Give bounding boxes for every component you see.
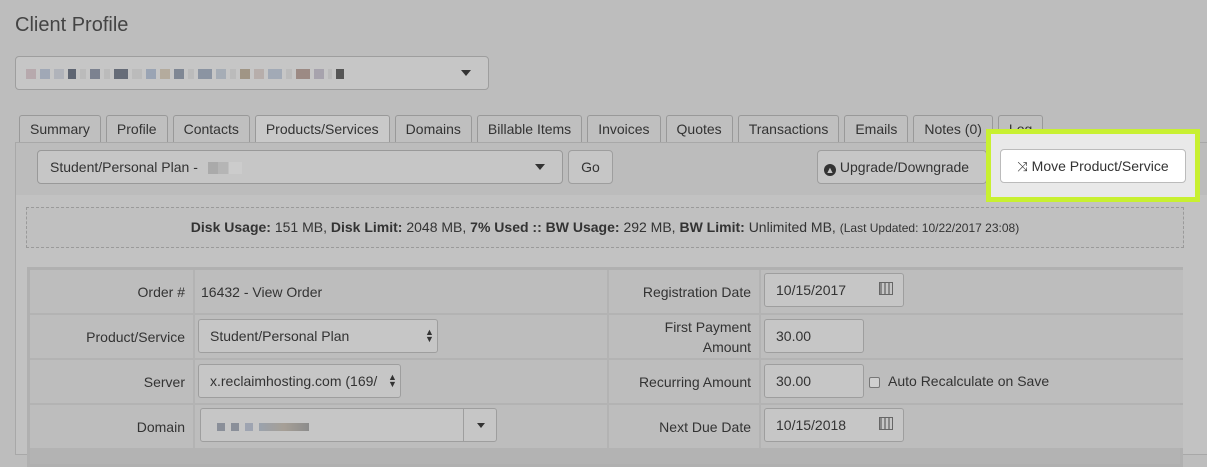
recurring-amount-input[interactable]: 30.00 — [764, 364, 864, 398]
registration-date-label: Registration Date — [609, 270, 759, 313]
tab-quotes[interactable]: Quotes — [665, 115, 733, 142]
usage-summary: Disk Usage: 151 MB, Disk Limit: 2048 MB,… — [26, 207, 1184, 248]
tab-invoices[interactable]: Invoices — [587, 115, 661, 142]
tab-products-services[interactable]: Products/Services — [254, 115, 390, 143]
upgrade-downgrade-button[interactable]: ▲ Upgrade/Downgrade — [817, 150, 987, 184]
bw-usage-label: BW Usage: — [545, 219, 620, 235]
tab-emails[interactable]: Emails — [844, 115, 909, 142]
tab-summary[interactable]: Summary — [19, 115, 101, 142]
auto-recalculate-checkbox[interactable] — [869, 377, 880, 388]
order-value[interactable]: 16432 - View Order — [195, 270, 607, 313]
product-toolbar: Student/Personal Plan - Go ▲ Upgrade/Dow… — [16, 129, 1207, 202]
first-payment-label: First Payment Amount — [609, 315, 759, 358]
table-row: Product/Service Student/Personal Plan ▲ ▼… — [30, 315, 1183, 359]
product-service-select[interactable]: Student/Personal Plan ▲ ▼ — [198, 319, 438, 353]
server-label: Server — [30, 360, 193, 403]
disk-usage-label: Disk Usage: — [190, 219, 271, 235]
shuffle-icon: ⤨ — [1017, 159, 1028, 174]
next-due-date-value: 10/15/2018 — [776, 417, 847, 433]
bw-limit-label: BW Limit: — [679, 219, 745, 235]
table-row: Domain Next Due Date 10/15/2018 — [30, 405, 1183, 449]
product-service-value: Student/Personal Plan — [210, 328, 350, 344]
updown-arrows-icon: ▲ ▼ — [425, 327, 434, 344]
move-product-service-button[interactable]: ⤨ Move Product/Service — [1000, 149, 1186, 183]
calendar-icon[interactable] — [879, 282, 893, 295]
chevron-down-icon — [461, 70, 471, 76]
updown-arrows-icon: ▲ ▼ — [388, 372, 397, 389]
next-due-date-input[interactable]: 10/15/2018 — [764, 408, 904, 442]
product-select[interactable]: Student/Personal Plan - — [37, 150, 563, 184]
table-row: Order # 16432 - View Order Registration … — [30, 270, 1183, 314]
chevron-down-icon[interactable] — [477, 423, 485, 428]
move-product-service-label: Move Product/Service — [1031, 158, 1169, 174]
service-details-table: Order # 16432 - View Order Registration … — [27, 267, 1183, 467]
tab-contacts[interactable]: Contacts — [172, 115, 250, 142]
table-row: Server x.reclaimhosting.com (169/ ▲ ▼ Rec… — [30, 360, 1183, 404]
server-select[interactable]: x.reclaimhosting.com (169/ ▲ ▼ — [198, 364, 401, 398]
chevron-down-icon — [535, 164, 545, 170]
domain-input[interactable] — [200, 408, 497, 442]
bw-usage-value: 292 MB, — [623, 219, 676, 235]
bw-limit-value: Unlimited MB, — [748, 219, 836, 235]
tab-notes[interactable]: Notes (0) — [913, 115, 993, 142]
registration-date-value: 10/15/2017 — [776, 282, 847, 298]
tab-transactions[interactable]: Transactions — [737, 115, 840, 142]
first-payment-input[interactable]: 30.00 — [764, 319, 864, 353]
tab-domains[interactable]: Domains — [394, 115, 472, 142]
page-title: Client Profile — [15, 14, 129, 36]
product-domain-redacted — [207, 162, 242, 175]
domain-label: Domain — [30, 405, 193, 448]
first-payment-label-line2: Amount — [702, 338, 751, 355]
product-service-label: Product/Service — [30, 315, 193, 358]
tab-bar: Summary Profile Contacts Products/Servic… — [19, 115, 1044, 143]
client-name-redacted — [26, 69, 344, 79]
disk-limit-label: Disk Limit: — [330, 219, 403, 235]
registration-date-input[interactable]: 10/15/2017 — [764, 273, 904, 307]
calendar-icon[interactable] — [879, 417, 893, 430]
server-value: x.reclaimhosting.com (169/ — [210, 373, 378, 389]
tab-profile[interactable]: Profile — [105, 115, 168, 142]
order-label: Order # — [30, 270, 193, 313]
auto-recalculate-label: Auto Recalculate on Save — [888, 373, 1050, 389]
arrow-up-circle-icon: ▲ — [824, 164, 836, 176]
products-panel: Student/Personal Plan - Go ▲ Upgrade/Dow… — [15, 129, 1207, 467]
domain-value-redacted — [217, 423, 309, 431]
client-select[interactable] — [15, 56, 489, 90]
next-due-date-label: Next Due Date — [609, 405, 759, 448]
go-button[interactable]: Go — [568, 150, 613, 184]
last-updated: (Last Updated: 10/22/2017 23:08) — [839, 221, 1020, 235]
used-percent-label: 7% Used :: — [470, 219, 542, 235]
recurring-amount-label: Recurring Amount — [609, 360, 759, 403]
product-select-label: Student/Personal Plan - — [50, 159, 198, 175]
upgrade-downgrade-label: Upgrade/Downgrade — [839, 159, 970, 175]
domain-dropdown-divider — [463, 409, 464, 441]
tab-billable-items[interactable]: Billable Items — [476, 115, 583, 142]
disk-usage-value: 151 MB, — [274, 219, 327, 235]
first-payment-label-line1: First Payment — [664, 318, 751, 335]
disk-limit-value: 2048 MB, — [406, 219, 467, 235]
